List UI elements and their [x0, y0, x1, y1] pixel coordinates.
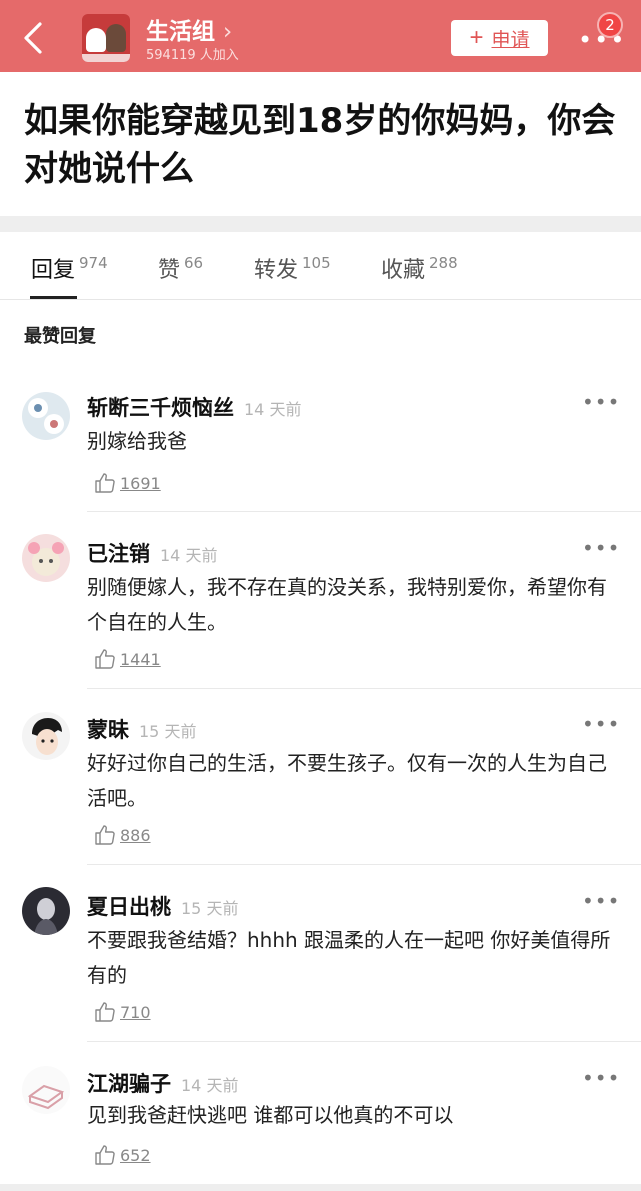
- comment-author[interactable]: 斩断三千烦恼丝 14 天前: [87, 392, 301, 422]
- bottom-divider: [0, 1184, 641, 1191]
- like-button[interactable]: 886: [93, 822, 151, 848]
- notification-badge: 2: [597, 12, 623, 38]
- comment-time: 15 天前: [139, 722, 197, 741]
- avatar[interactable]: [22, 534, 70, 582]
- more-options-icon[interactable]: •••: [582, 390, 620, 414]
- chevron-right-icon: ›: [223, 19, 233, 45]
- avatar[interactable]: [22, 1066, 70, 1114]
- top-bar: 生活组 › 594119 人加入 + 申请 ••• 2: [0, 0, 641, 72]
- group-name[interactable]: 生活组 ›: [146, 12, 232, 46]
- more-options-icon[interactable]: •••: [582, 889, 620, 913]
- apply-label: 申请: [491, 29, 530, 51]
- thumbs-up-icon: [95, 825, 115, 845]
- tab-favorites[interactable]: 收藏 288: [381, 252, 458, 284]
- comment-author[interactable]: 已注销 14 天前: [87, 538, 217, 568]
- comment-text: 好好过你自己的生活，不要生孩子。仅有一次的人生为自己活吧。: [87, 751, 607, 810]
- tab-reposts[interactable]: 转发 105: [254, 252, 331, 284]
- avatar[interactable]: [22, 712, 70, 760]
- comment-time: 14 天前: [160, 546, 218, 565]
- more-options-icon[interactable]: •••: [582, 536, 620, 560]
- more-options-icon[interactable]: •••: [582, 1066, 620, 1090]
- comment-author[interactable]: 夏日出桃 15 天前: [87, 891, 238, 921]
- comment-text: 不要跟我爸结婚？hhhh 跟温柔的人在一起吧 你好美值得所有的: [87, 928, 611, 987]
- thumbs-up-icon: [95, 649, 115, 669]
- like-count: 710: [120, 1002, 151, 1022]
- thumbs-up-icon: [95, 473, 115, 493]
- section-divider: [0, 216, 641, 232]
- post-title: 如果你能穿越见到18岁的你妈妈，你会对她说什么: [24, 101, 616, 189]
- thumbs-up-icon: [95, 1145, 115, 1165]
- comment-time: 14 天前: [244, 400, 302, 419]
- more-options-icon[interactable]: •••: [582, 712, 620, 736]
- group-avatar[interactable]: [82, 14, 130, 62]
- divider: [87, 511, 641, 512]
- divider: [87, 864, 641, 865]
- section-label: 最赞回复: [24, 326, 96, 347]
- divider: [87, 1041, 641, 1042]
- comment-author[interactable]: 江湖骗子 14 天前: [87, 1068, 238, 1098]
- like-count: 652: [120, 1145, 151, 1165]
- like-count: 1441: [120, 649, 161, 669]
- avatar[interactable]: [22, 392, 70, 440]
- comment-author[interactable]: 蒙昧 15 天前: [87, 714, 196, 744]
- active-tab-indicator: [30, 296, 77, 299]
- comment-time: 14 天前: [181, 1076, 239, 1095]
- apply-button[interactable]: + 申请: [451, 20, 548, 56]
- like-count: 1691: [120, 473, 161, 493]
- back-arrow-icon[interactable]: [18, 20, 50, 56]
- thumbs-up-icon: [95, 1002, 115, 1022]
- like-button[interactable]: 710: [93, 999, 151, 1025]
- tab-likes[interactable]: 赞 66: [158, 252, 203, 284]
- comment-text: 别嫁给我爸: [87, 429, 187, 453]
- like-button[interactable]: 1441: [93, 646, 161, 672]
- group-member-count: 594119 人加入: [146, 48, 239, 63]
- comment-text: 见到我爸赶快逃吧 谁都可以他真的不可以: [87, 1103, 454, 1127]
- comment-time: 15 天前: [181, 899, 239, 918]
- divider: [87, 688, 641, 689]
- like-count: 886: [120, 825, 151, 845]
- plus-icon: +: [469, 24, 484, 51]
- like-button[interactable]: 1691: [93, 470, 161, 496]
- tab-bar: 回复 974 赞 66 转发 105 收藏 288: [0, 232, 641, 300]
- like-button[interactable]: 652: [93, 1142, 151, 1168]
- tab-replies[interactable]: 回复 974: [31, 252, 108, 284]
- comment-text: 别随便嫁人，我不存在真的没关系，我特别爱你，希望你有个自在的人生。: [87, 575, 607, 634]
- avatar[interactable]: [22, 887, 70, 935]
